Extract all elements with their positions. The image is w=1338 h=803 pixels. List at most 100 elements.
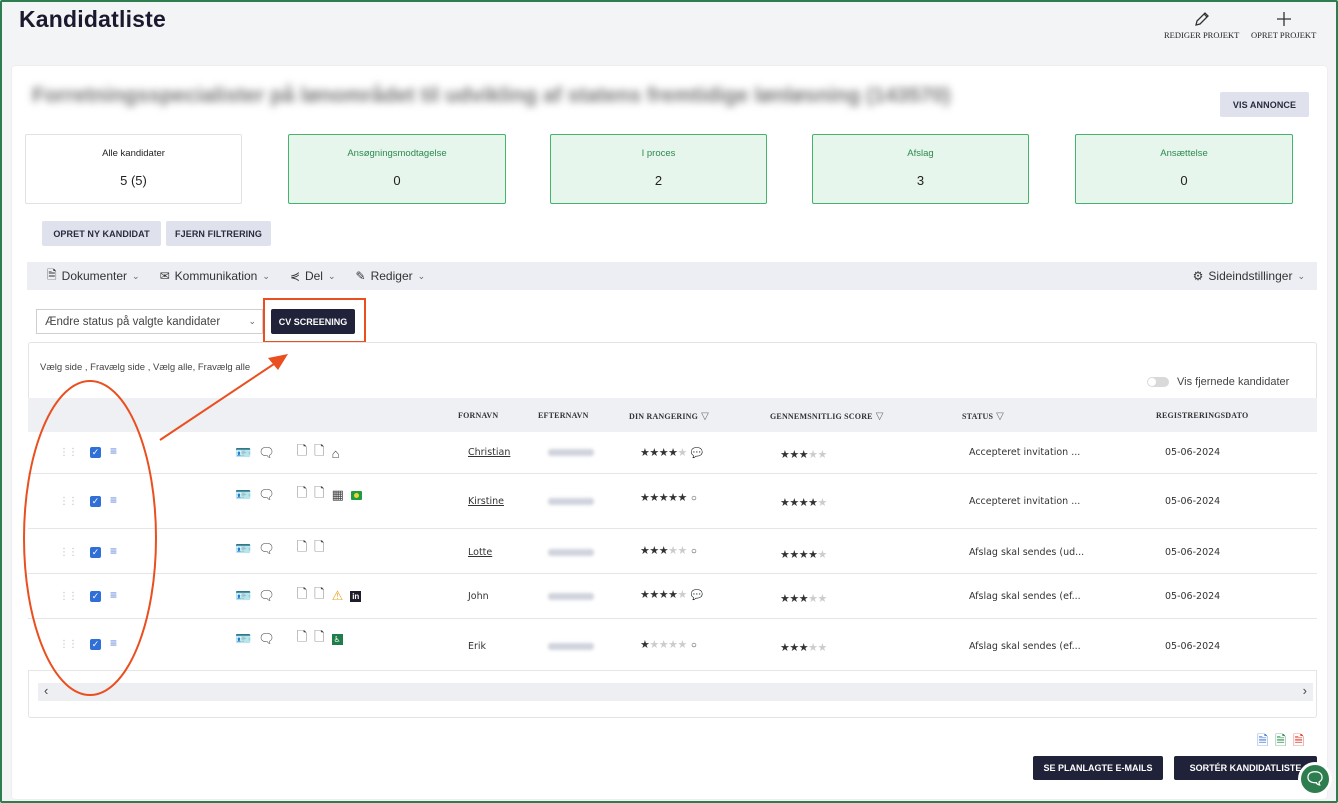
col-first-name[interactable]: FORNAVN bbox=[458, 411, 498, 420]
calendar-icon[interactable]: ▦ bbox=[332, 487, 344, 503]
col-status[interactable]: STATUS ▽ bbox=[962, 411, 1004, 422]
drag-handle-icon[interactable]: ⋮⋮ bbox=[59, 639, 78, 650]
filter-icon[interactable]: ▽ bbox=[701, 411, 709, 422]
export-word-icon[interactable]: 🗎 bbox=[1257, 730, 1268, 754]
comment-icon[interactable]: 🗨 bbox=[258, 445, 275, 461]
selection-links[interactable]: Vælg side , Fravælg side , Vælg alle, Fr… bbox=[40, 362, 250, 373]
id-card-icon[interactable]: 🪪 bbox=[235, 631, 251, 647]
create-candidate-button[interactable]: OPRET NY KANDIDAT bbox=[42, 221, 161, 246]
stat-all-candidates[interactable]: Alle kandidater 5 (5) bbox=[25, 134, 242, 204]
drag-handle-icon[interactable]: ⋮⋮ bbox=[59, 447, 78, 458]
share-menu[interactable]: ⋞ Del ⌄ bbox=[290, 269, 336, 283]
stat-in-process[interactable]: I proces 2 bbox=[550, 134, 767, 204]
stat-rejected[interactable]: Afslag 3 bbox=[812, 134, 1029, 204]
reg-date-text: 05-06-2024 bbox=[1165, 591, 1221, 602]
edit-icon: ✎ bbox=[355, 269, 366, 283]
filter-icon[interactable]: ▽ bbox=[996, 411, 1004, 422]
create-project-label: OPRET PROJEKT bbox=[1251, 30, 1317, 40]
first-name-link[interactable]: Christian bbox=[468, 447, 510, 458]
rank-stars[interactable]: ★★★★★ 💬 bbox=[640, 446, 703, 459]
cv-document-icon[interactable]: 🗋 bbox=[297, 628, 307, 650]
row-menu-icon[interactable]: ≡ bbox=[110, 545, 117, 557]
change-status-select[interactable]: Ændre status på valgte kandidater ⌄ bbox=[36, 309, 263, 334]
id-card-icon[interactable]: 🪪 bbox=[235, 588, 251, 604]
table-row[interactable]: ⋮⋮ ✓ ≡ 🪪 🗨 🗋 🗋 Lotte ★★★★★ ○ ★★★★★ Afslag s… bbox=[28, 529, 1317, 574]
row-checkbox[interactable]: ✓ bbox=[90, 547, 101, 558]
communication-menu[interactable]: ✉ Kommunikation ⌄ bbox=[160, 269, 270, 283]
rank-stars[interactable]: ★★★★★ ○ bbox=[640, 491, 697, 504]
chevron-down-icon: ⌄ bbox=[262, 270, 270, 281]
comment-icon[interactable]: 🗨 bbox=[258, 487, 275, 503]
id-card-icon[interactable]: 🪪 bbox=[235, 445, 251, 461]
id-card-icon[interactable]: 🪪 bbox=[235, 541, 251, 557]
view-ad-button[interactable]: VIS ANNONCE bbox=[1220, 92, 1309, 117]
horizontal-scrollbar[interactable]: ‹ › bbox=[38, 683, 1313, 701]
edit-project-button[interactable]: REDIGER PROJEKT bbox=[1164, 8, 1239, 40]
row-menu-icon[interactable]: ≡ bbox=[110, 445, 117, 457]
show-removed-toggle[interactable]: Vis fjernede kandidater bbox=[1147, 376, 1289, 388]
edit-label: Rediger bbox=[370, 269, 413, 283]
col-rank[interactable]: DIN RANGERING ▽ bbox=[629, 411, 709, 422]
row-checkbox[interactable]: ✓ bbox=[90, 591, 101, 602]
rank-stars[interactable]: ★★★★★ ○ bbox=[640, 544, 697, 557]
application-document-icon[interactable]: 🗋 bbox=[314, 538, 324, 560]
envelope-icon: ✉ bbox=[159, 269, 170, 283]
row-menu-icon[interactable]: ≡ bbox=[110, 637, 117, 649]
export-pdf-icon[interactable]: 🗎 bbox=[1293, 730, 1304, 754]
table-row[interactable]: ⋮⋮ ✓ ≡ 🪪 🗨 🗋 🗋 ⚠ in John ★★★★★ 💬 ★★★★★ Afslag… bbox=[28, 574, 1317, 619]
first-name-link[interactable]: Lotte bbox=[468, 547, 492, 558]
row-checkbox[interactable]: ✓ bbox=[90, 496, 101, 507]
avg-score-stars: ★★★★★ bbox=[780, 593, 827, 605]
application-document-icon[interactable]: 🗋 bbox=[314, 628, 324, 650]
toggle-switch[interactable] bbox=[1147, 377, 1169, 387]
drag-handle-icon[interactable]: ⋮⋮ bbox=[59, 591, 78, 602]
table-row[interactable]: ⋮⋮ ✓ ≡ 🪪 🗨 🗋 🗋 ⌂ Christian ★★★★★ 💬 ★★★★★ Acc… bbox=[28, 432, 1317, 474]
application-document-icon[interactable]: 🗋 bbox=[314, 484, 324, 506]
col-avg-score[interactable]: GENNEMSNITLIG SCORE ▽ bbox=[770, 411, 884, 422]
status-text: Accepteret invitation ... bbox=[969, 447, 1081, 458]
linkedin-icon[interactable]: in bbox=[350, 590, 362, 602]
chevron-down-icon: ⌄ bbox=[417, 270, 426, 281]
cv-document-icon[interactable]: 🗋 bbox=[297, 442, 307, 464]
row-checkbox[interactable]: ✓ bbox=[90, 639, 101, 650]
row-checkbox[interactable]: ✓ bbox=[90, 447, 101, 458]
id-card-icon[interactable]: 🪪 bbox=[235, 487, 251, 503]
application-document-icon[interactable]: 🗋 bbox=[314, 442, 324, 464]
first-name-text[interactable]: John bbox=[468, 591, 489, 602]
cv-document-icon[interactable]: 🗋 bbox=[297, 585, 307, 607]
documents-menu[interactable]: 🗎 Dokumenter ⌄ bbox=[47, 266, 140, 287]
filter-icon[interactable]: ▽ bbox=[876, 411, 884, 422]
comment-icon[interactable]: 🗨 bbox=[258, 631, 275, 647]
drag-handle-icon[interactable]: ⋮⋮ bbox=[59, 547, 78, 558]
clear-filter-button[interactable]: FJERN FILTRERING bbox=[166, 221, 271, 246]
page-settings-menu[interactable]: ⚙ Sideindstillinger ⌄ bbox=[1193, 269, 1305, 283]
sort-candidate-list-button[interactable]: SORTÉR KANDIDATLISTE bbox=[1174, 756, 1317, 780]
col-reg-date[interactable]: REGISTRERINGSDATO bbox=[1156, 411, 1248, 420]
edit-menu[interactable]: ✎ Rediger ⌄ bbox=[356, 269, 426, 283]
comment-icon[interactable]: 🗨 bbox=[258, 588, 275, 604]
cv-document-icon[interactable]: 🗋 bbox=[297, 538, 307, 560]
stat-label: Ansøgningsmodtagelse bbox=[347, 148, 447, 159]
help-chat-button[interactable]: 🗨 bbox=[1298, 762, 1332, 796]
rank-stars[interactable]: ★★★★★ ○ bbox=[640, 638, 697, 651]
comment-icon[interactable]: 🗨 bbox=[258, 541, 275, 557]
create-project-button[interactable]: OPRET PROJEKT bbox=[1251, 8, 1316, 40]
first-name-link[interactable]: Kirstine bbox=[468, 496, 504, 507]
scroll-right-icon[interactable]: › bbox=[1303, 683, 1307, 698]
row-menu-icon[interactable]: ≡ bbox=[110, 494, 117, 506]
col-last-name[interactable]: EFTERNAVN bbox=[538, 411, 589, 420]
rank-stars[interactable]: ★★★★★ 💬 bbox=[640, 588, 703, 601]
row-menu-icon[interactable]: ≡ bbox=[110, 589, 117, 601]
export-excel-icon[interactable]: 🗎 bbox=[1275, 730, 1286, 754]
table-row[interactable]: ⋮⋮ ✓ ≡ 🪪 🗨 🗋 🗋 ▦ Kirstine ★★★★★ ○ ★★★★★ Acce… bbox=[28, 474, 1317, 529]
stat-application-intake[interactable]: Ansøgningsmodtagelse 0 bbox=[288, 134, 506, 204]
stat-hired[interactable]: Ansættelse 0 bbox=[1075, 134, 1293, 204]
cv-document-icon[interactable]: 🗋 bbox=[297, 484, 307, 506]
last-name-blurred bbox=[548, 593, 594, 600]
application-document-icon[interactable]: 🗋 bbox=[314, 585, 324, 607]
first-name-text[interactable]: Erik bbox=[468, 641, 486, 652]
table-row[interactable]: ⋮⋮ ✓ ≡ 🪪 🗨 🗋 🗋 ♿ Erik ★★★★★ ○ ★★★★★ Afslag s… bbox=[28, 619, 1317, 671]
drag-handle-icon[interactable]: ⋮⋮ bbox=[59, 496, 78, 507]
scheduled-emails-button[interactable]: SE PLANLAGTE E-MAILS bbox=[1033, 756, 1163, 780]
scroll-left-icon[interactable]: ‹ bbox=[44, 683, 48, 698]
